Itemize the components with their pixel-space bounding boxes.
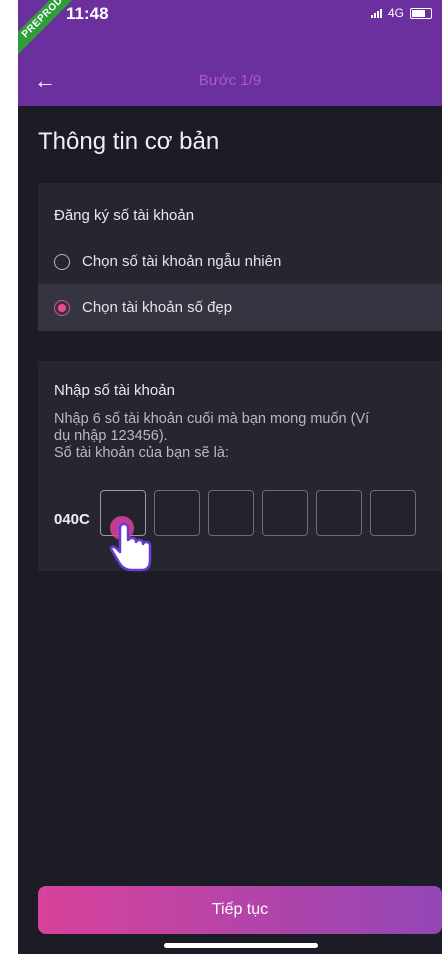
account-prefix: 040C xyxy=(54,511,90,528)
phone-screen: PREPROD 11:48 4G ← Bước 1/9 Thông tin cơ… xyxy=(18,0,442,954)
digit-input-5[interactable] xyxy=(316,490,362,536)
network-type: 4G xyxy=(387,6,404,20)
step-indicator: Bước 1/9 xyxy=(198,72,262,89)
digit-input-3[interactable] xyxy=(208,490,254,536)
radio-random-number[interactable] xyxy=(54,253,70,270)
description-line-1: Nhập 6 số tài khoản cuối mà bạn mong muố… xyxy=(54,411,370,427)
home-indicator xyxy=(164,943,318,948)
status-time: 11:48 xyxy=(66,4,109,23)
status-indicators: 4G xyxy=(370,6,432,20)
signal-icon xyxy=(370,8,382,18)
touch-hand-icon xyxy=(109,516,152,572)
radio-nice-number[interactable] xyxy=(54,299,70,316)
option-nice-number[interactable]: Chọn tài khoản số đẹp xyxy=(38,284,442,331)
digit-input-4[interactable] xyxy=(262,490,308,536)
description-line-2: dụ nhập 123456). xyxy=(54,428,168,444)
option-random-number[interactable]: Chọn số tài khoản ngẫu nhiên xyxy=(38,238,442,285)
digit-input-6[interactable] xyxy=(370,490,416,536)
register-card-heading: Đăng ký số tài khoản xyxy=(54,207,195,224)
account-number-card: Nhập số tài khoản Nhập 6 số tài khoản cu… xyxy=(38,361,442,571)
option-random-number-label: Chọn số tài khoản ngẫu nhiên xyxy=(82,253,282,270)
number-card-heading: Nhập số tài khoản xyxy=(54,382,175,399)
register-account-card: Đăng ký số tài khoản Chọn số tài khoản n… xyxy=(38,183,442,331)
continue-button[interactable]: Tiếp tục xyxy=(38,886,442,934)
app-header: PREPROD 11:48 4G ← Bước 1/9 xyxy=(18,0,442,106)
page-title: Thông tin cơ bản xyxy=(38,128,220,155)
description-line-3: Số tài khoản của bạn sẽ là: xyxy=(54,445,229,461)
number-card-description: Nhập 6 số tài khoản cuối mà bạn mong muố… xyxy=(54,411,434,462)
option-nice-number-label: Chọn tài khoản số đẹp xyxy=(82,299,233,316)
battery-icon xyxy=(410,7,432,19)
